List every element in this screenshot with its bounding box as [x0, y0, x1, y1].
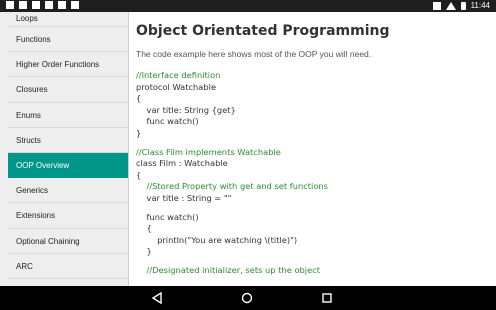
- status-bar: 11:44: [0, 0, 496, 12]
- sidebar-item-loops[interactable]: Loops: [8, 12, 128, 27]
- sidebar-item-oop-overview[interactable]: OOP Overview: [8, 152, 128, 179]
- code-comment: //Designated initializer, sets up the ob…: [136, 264, 321, 275]
- sidebar-item-label: Higher Order Functions: [16, 60, 100, 70]
- sidebar-item-structs[interactable]: Structs: [8, 128, 128, 153]
- sidebar-item-label: ARC: [16, 261, 33, 271]
- sidebar-item-label: Closures: [16, 85, 48, 95]
- sidebar-item-label: Generics: [16, 186, 49, 196]
- code-line: }: [136, 246, 152, 257]
- notification-icon: [6, 1, 14, 9]
- sidebar-item-enums[interactable]: Enums: [8, 103, 128, 128]
- code-line: protocol Watchable: [136, 81, 217, 92]
- sidebar-item-extensions[interactable]: Extensions: [8, 203, 128, 229]
- code-comment: //Class Film implements Watchable: [136, 146, 281, 157]
- notification-icon: [19, 1, 27, 9]
- home-icon[interactable]: [241, 292, 253, 304]
- code-line: class Film : Watchable: [136, 158, 228, 169]
- sidebar-item-higher-order-functions[interactable]: Higher Order Functions: [8, 52, 128, 78]
- code-comment: //Interface definition: [136, 70, 221, 80]
- intro-text: The code example here shows most of the …: [136, 49, 372, 59]
- notification-icon: [32, 1, 40, 9]
- page-title: Object Orientated Programming: [136, 23, 390, 39]
- sidebar-item-label: Enums: [16, 110, 41, 120]
- tbd-icon: [45, 1, 53, 9]
- code-block: //Interface definition protocol Watchable…: [136, 70, 328, 277]
- code-comment: //Stored Property with get and set funct…: [136, 181, 328, 192]
- sidebar-item-arc[interactable]: ARC: [8, 254, 128, 279]
- sidebar-item-label: Structs: [16, 135, 41, 145]
- download-icon: [432, 1, 441, 10]
- code-line: func watch(): [136, 211, 199, 222]
- content-panel: Object Orientated Programming The code e…: [129, 12, 496, 286]
- code-line: {: [136, 93, 142, 104]
- sidebar-item-functions[interactable]: Functions: [8, 27, 128, 53]
- code-line: var title: String {get}: [136, 104, 236, 115]
- code-line: {: [136, 169, 142, 180]
- back-icon[interactable]: [151, 292, 163, 304]
- code-line: func watch(): [136, 116, 199, 127]
- code-line: }: [136, 127, 142, 138]
- sidebar: Loops Functions Higher Order Functions C…: [0, 12, 129, 286]
- notification-icon: [71, 1, 79, 9]
- code-line: {: [136, 223, 152, 234]
- recent-apps-icon[interactable]: [321, 292, 333, 304]
- sidebar-item-closures[interactable]: Closures: [8, 77, 128, 103]
- sidebar-item-generics[interactable]: Generics: [8, 178, 128, 204]
- code-line: println("You are watching \(title)"): [136, 234, 298, 245]
- sidebar-item-label: Functions: [16, 35, 51, 44]
- system-nav-bar: [0, 286, 496, 310]
- status-time: 11:44: [470, 1, 490, 10]
- sidebar-item-optional-chaining[interactable]: Optional Chaining: [8, 229, 128, 254]
- wifi-icon: [445, 1, 456, 10]
- battery-icon: [460, 1, 466, 10]
- sidebar-item-label: Optional Chaining: [16, 236, 80, 246]
- code-line: var title : String = "": [136, 192, 232, 203]
- sidebar-item-label: Extensions: [16, 211, 56, 221]
- notification-icon: [58, 1, 66, 9]
- sidebar-item-label: OOP Overview: [16, 160, 70, 170]
- sidebar-item-label: Loops: [16, 14, 38, 23]
